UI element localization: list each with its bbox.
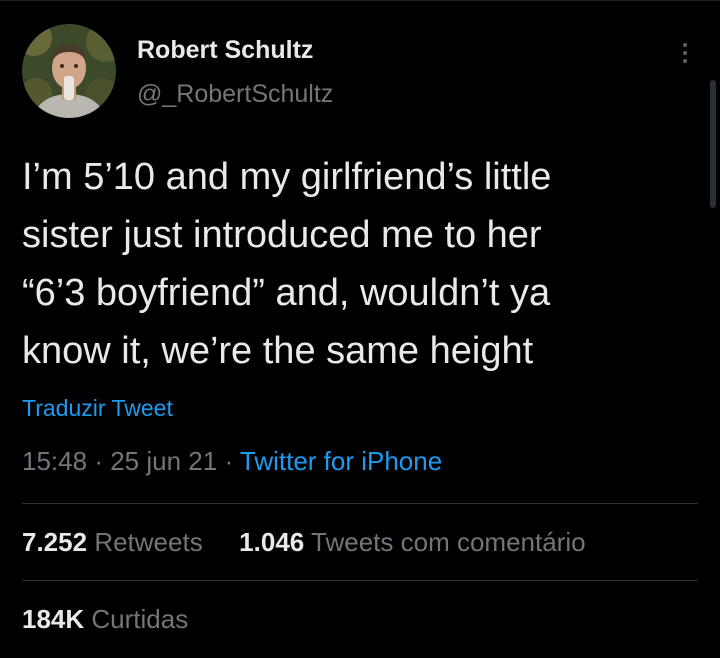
tweet-text-line: know it, we’re the same height [22, 330, 534, 372]
tweet-text-line: sister just introduced me to her [22, 214, 542, 256]
more-vertical-icon-dot [683, 59, 687, 63]
meta-separator: · [224, 446, 234, 476]
tweet-source-link[interactable]: Twitter for iPhone [240, 446, 442, 476]
more-vertical-icon [683, 43, 687, 47]
engagement-stats-row: 7.252 Retweets 1.046 Tweets com comentár… [22, 527, 586, 558]
scrollbar-thumb[interactable] [710, 80, 716, 208]
tweet-time: 15:48 [22, 446, 88, 476]
meta-separator: · [94, 446, 103, 476]
retweets-label: Retweets [94, 527, 203, 557]
quote-tweets-stat[interactable]: 1.046 Tweets com comentário [239, 527, 585, 557]
quote-tweets-label: Tweets com comentário [311, 527, 586, 557]
author-display-name[interactable]: Robert Schultz [137, 36, 313, 65]
tweet-date[interactable]: 25 jun 21 [110, 446, 217, 476]
translate-tweet-link[interactable]: Traduzir Tweet [22, 395, 173, 422]
tweet-text-line: “6’3 boyfriend” and, wouldn’t ya [22, 272, 551, 314]
likes-stat[interactable]: 184K Curtidas [22, 604, 188, 634]
likes-stats-row: 184K Curtidas [22, 604, 188, 635]
likes-label: Curtidas [91, 604, 189, 634]
avatar-photo [22, 24, 116, 118]
divider [22, 503, 698, 504]
quote-tweets-count: 1.046 [239, 527, 305, 557]
retweets-stat[interactable]: 7.252 Retweets [22, 527, 210, 557]
more-vertical-icon-dot [683, 51, 687, 55]
tweet-metadata: 15:48 · 25 jun 21 · Twitter for iPhone [22, 446, 442, 477]
avatar[interactable] [22, 24, 116, 118]
tweet-text-line: I’m 5’10 and my girlfriend’s little [22, 156, 552, 198]
likes-count: 184K [22, 604, 85, 634]
top-edge-divider [0, 0, 720, 1]
author-handle[interactable]: @_RobertSchultz [137, 80, 333, 109]
retweets-count: 7.252 [22, 527, 88, 557]
tweet-text: I’m 5’10 and my girlfriend’s little sist… [22, 148, 682, 380]
divider [22, 580, 698, 581]
more-options-button[interactable] [672, 38, 698, 68]
